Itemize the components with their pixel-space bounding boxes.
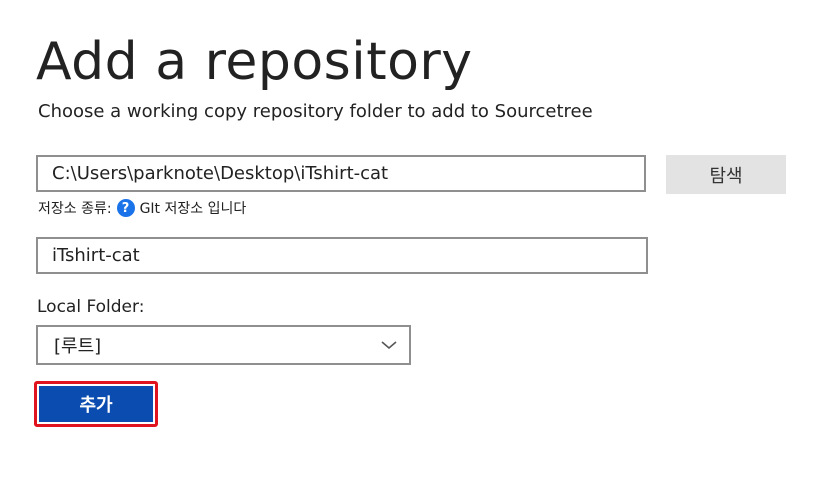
repository-type-value: GIt 저장소 입니다 [139,201,247,217]
add-button[interactable]: 추가 [39,386,153,422]
page-subtitle: Choose a working copy repository folder … [38,101,593,122]
repository-type-label: 저장소 종류: [38,201,112,217]
add-repository-page: Add a repository Choose a working copy r… [0,0,826,479]
local-folder-select[interactable]: [루트] [36,325,411,365]
local-folder-label: Local Folder: [37,297,145,317]
add-button-highlight: 추가 [34,381,158,427]
repository-name-input[interactable] [36,237,648,274]
chevron-down-icon [379,335,399,355]
local-folder-selected-value: [루트] [54,336,102,357]
repository-type-info: 저장소 종류: ? GIt 저장소 입니다 [38,198,246,218]
page-title: Add a repository [36,32,473,92]
browse-button[interactable]: 탐색 [666,155,786,194]
repository-path-input[interactable] [36,155,646,192]
question-circle-icon[interactable]: ? [116,199,135,217]
